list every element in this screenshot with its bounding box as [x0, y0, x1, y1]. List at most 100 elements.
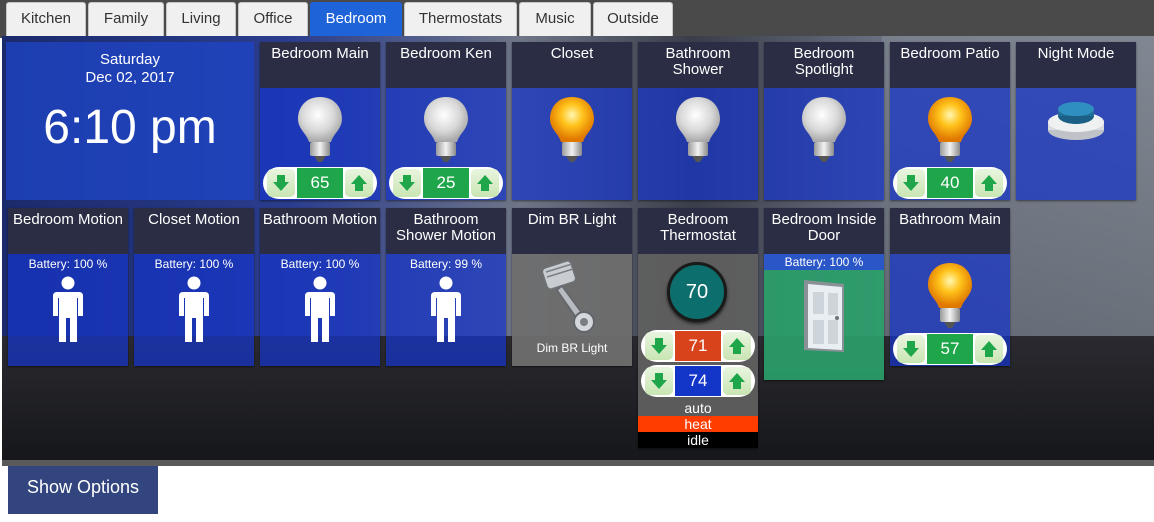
tile-title: Bedroom Patio	[890, 42, 1010, 88]
tile-title: Bathroom Main	[890, 208, 1010, 254]
current-temperature: 70	[667, 262, 727, 322]
battery-level: Battery: 100 %	[154, 257, 234, 271]
tab-bar: Kitchen Family Living Office Bedroom The…	[0, 0, 1154, 38]
dimmer-down-button[interactable]	[393, 169, 421, 197]
tab-outside[interactable]: Outside	[593, 2, 673, 36]
clock-date: Dec 02, 2017	[85, 69, 175, 86]
person-icon	[179, 276, 209, 342]
tab-kitchen[interactable]: Kitchen	[6, 2, 86, 36]
dimmer-level: 65	[297, 168, 343, 198]
arrow-down-icon	[903, 175, 919, 191]
door-icon	[804, 280, 844, 352]
tile-dim-br-light[interactable]: Dim BR Light Dim BR Light	[512, 208, 632, 366]
dimmer-down-button[interactable]	[267, 169, 295, 197]
battery-level: Battery: 100 %	[28, 257, 108, 271]
dimmer-down-button[interactable]	[897, 169, 925, 197]
arrow-up-icon	[351, 175, 367, 191]
piston-icon	[541, 260, 595, 333]
tab-living[interactable]: Living	[166, 2, 236, 36]
tile-bedroom-inside-door[interactable]: Bedroom Inside Door Battery: 100 %	[764, 208, 884, 380]
tile-night-mode[interactable]: Night Mode	[1016, 42, 1136, 200]
tile-bathroom-shower[interactable]: Bathroom Shower	[638, 42, 758, 200]
tile-bedroom-thermostat[interactable]: Bedroom Thermostat 70 71 74 auto heat id…	[638, 208, 758, 448]
dimmer-up-button[interactable]	[975, 169, 1003, 197]
arrow-up-icon	[981, 175, 997, 191]
arrow-down-icon	[273, 175, 289, 191]
light-bulb-icon	[676, 97, 720, 162]
dimmer-up-button[interactable]	[471, 169, 499, 197]
clock-time: 6:10 pm	[43, 101, 217, 154]
push-button-icon	[1048, 102, 1104, 140]
tile-bedroom-main[interactable]: Bedroom Main 65	[260, 42, 380, 200]
thermostat-mode[interactable]: auto	[638, 400, 758, 416]
tab-family[interactable]: Family	[88, 2, 164, 36]
tab-thermostats[interactable]: Thermostats	[404, 2, 517, 36]
arrow-down-icon	[651, 373, 667, 389]
thermostat-state: idle	[638, 432, 758, 448]
arrow-down-icon	[399, 175, 415, 191]
tile-title: Bedroom Main	[260, 42, 380, 88]
tile-bedroom-patio[interactable]: Bedroom Patio 40	[890, 42, 1010, 200]
cool-setpoint-control: 74	[641, 365, 755, 397]
dimmer-down-button[interactable]	[897, 335, 925, 363]
cool-setpoint-up-button[interactable]	[723, 367, 751, 395]
dimmer-control: 40	[893, 167, 1007, 199]
scene-caption: Dim BR Light	[536, 341, 608, 355]
tile-bedroom-ken[interactable]: Bedroom Ken 25	[386, 42, 506, 200]
arrow-down-icon	[903, 341, 919, 357]
tile-title: Bathroom Shower	[638, 42, 758, 88]
thermostat-operating-mode: heat	[638, 416, 758, 432]
tab-music[interactable]: Music	[519, 2, 591, 36]
tile-title: Dim BR Light	[512, 208, 632, 254]
clock-day: Saturday	[99, 51, 161, 68]
light-bulb-icon	[424, 97, 468, 162]
tile-closet[interactable]: Closet	[512, 42, 632, 200]
dimmer-up-button[interactable]	[975, 335, 1003, 363]
dimmer-up-button[interactable]	[345, 169, 373, 197]
cool-setpoint-down-button[interactable]	[645, 367, 673, 395]
arrow-down-icon	[651, 338, 667, 354]
arrow-up-icon	[729, 338, 745, 354]
tile-title: Bedroom Motion	[8, 208, 128, 254]
arrow-up-icon	[729, 373, 745, 389]
tile-title: Bedroom Thermostat	[638, 208, 758, 254]
person-icon	[431, 276, 461, 342]
light-bulb-icon	[928, 263, 972, 328]
tile-title: Bedroom Inside Door	[764, 208, 884, 254]
tile-bedroom-spotlight[interactable]: Bedroom Spotlight	[764, 42, 884, 200]
tile-title: Night Mode	[1016, 42, 1136, 88]
tile-bathroom-main[interactable]: Bathroom Main 57	[890, 208, 1010, 366]
battery-level: Battery: 100 %	[280, 257, 360, 271]
heat-setpoint: 71	[675, 331, 721, 361]
panel-divider	[2, 460, 1154, 466]
dimmer-control: 25	[389, 167, 503, 199]
dimmer-control: 57	[893, 333, 1007, 365]
cool-setpoint: 74	[675, 366, 721, 396]
arrow-up-icon	[981, 341, 997, 357]
light-bulb-icon	[928, 97, 972, 162]
battery-level: Battery: 99 %	[409, 257, 483, 271]
tile-title: Bedroom Spotlight	[764, 42, 884, 88]
tab-bedroom[interactable]: Bedroom	[310, 2, 402, 36]
tile-title: Bathroom Motion	[260, 208, 380, 254]
tile-title: Closet	[512, 42, 632, 88]
battery-level: Battery: 100 %	[764, 254, 884, 270]
show-options-button[interactable]: Show Options	[8, 466, 158, 514]
tile-bathroom-shower-motion[interactable]: Bathroom Shower Motion Battery: 99 %	[386, 208, 506, 366]
tile-bathroom-motion[interactable]: Bathroom Motion Battery: 100 %	[260, 208, 380, 366]
heat-setpoint-down-button[interactable]	[645, 332, 673, 360]
arrow-up-icon	[477, 175, 493, 191]
light-bulb-icon	[550, 97, 594, 162]
light-bulb-icon	[802, 97, 846, 162]
heat-setpoint-control: 71	[641, 330, 755, 362]
tile-title: Closet Motion	[134, 208, 254, 254]
tile-bedroom-motion[interactable]: Bedroom Motion Battery: 100 %	[8, 208, 128, 366]
light-bulb-icon	[298, 97, 342, 162]
dimmer-level: 25	[423, 168, 469, 198]
tile-closet-motion[interactable]: Closet Motion Battery: 100 %	[134, 208, 254, 366]
tab-office[interactable]: Office	[238, 2, 308, 36]
dimmer-level: 57	[927, 334, 973, 364]
dimmer-level: 40	[927, 168, 973, 198]
heat-setpoint-up-button[interactable]	[723, 332, 751, 360]
dimmer-control: 65	[263, 167, 377, 199]
